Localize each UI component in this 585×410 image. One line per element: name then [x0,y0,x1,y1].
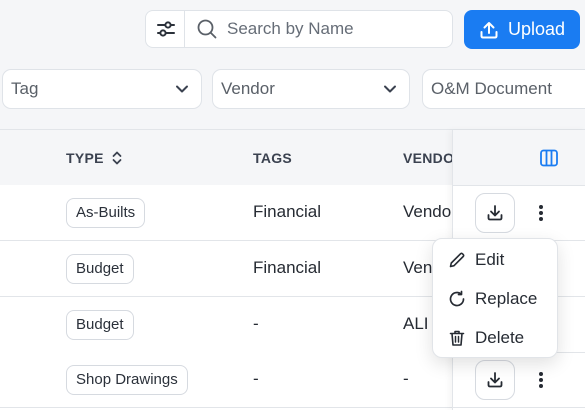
type-badge: Shop Drawings [66,365,188,395]
om-document-select[interactable]: O&M Document [422,69,585,109]
documents-page: Upload Tag Vendor O&M Document TYPE TAGS… [0,0,585,410]
menu-item-edit[interactable]: Edit [433,241,557,279]
tags-cell: Financial [253,202,322,221]
vendor-select-value: Vendor [221,79,275,98]
more-options-button[interactable] [531,199,551,227]
menu-item-delete[interactable]: Delete [433,319,557,357]
download-icon [487,372,503,388]
vendor-select[interactable]: Vendor [212,69,410,109]
more-vertical-icon [539,372,543,388]
tags-cell: - [253,369,259,388]
tags-column-header: TAGS [253,150,293,166]
search-icon [197,19,217,39]
vendor-cell: Vendor [403,202,452,221]
vendor-cell: - [403,369,409,388]
om-document-select-value: O&M Document [431,79,552,98]
type-column-header[interactable]: TYPE [66,150,122,166]
table-row[interactable]: Budget - ALI [0,297,452,353]
refresh-icon [449,290,465,307]
trash-icon [449,330,465,346]
columns-icon[interactable] [539,148,559,168]
type-badge: Budget [66,310,134,340]
more-options-button[interactable] [531,366,551,394]
type-header-label: TYPE [66,150,104,166]
row-actions [453,185,585,241]
table-row[interactable]: ontrol As-Builts Financial Vendor [0,185,452,241]
chevron-down-icon [176,85,188,93]
type-badge: Budget [66,254,134,284]
upload-button[interactable]: Upload [464,10,580,49]
sliders-icon [156,21,175,37]
menu-item-label: Edit [475,250,505,269]
download-button[interactable] [475,360,515,400]
table-row[interactable]: Shop Drawings - - [0,352,452,408]
row-actions [453,352,585,408]
tags-cell: Financial [253,258,322,277]
menu-item-label: Delete [475,328,525,347]
row-actions-menu: Edit Replace Delete [432,238,558,358]
sort-icon [112,151,122,165]
tags-cell: - [253,314,259,333]
actions-column-header [453,130,585,186]
vendor-column-header: VENDOR [403,150,453,166]
filter-toggle-button[interactable] [145,10,185,48]
chevron-down-icon [384,85,396,93]
download-icon [487,205,503,221]
search-field[interactable] [184,10,453,48]
tag-select[interactable]: Tag [2,69,202,109]
upload-icon [480,21,498,38]
table-row[interactable]: al Budget Financial Vendor [0,241,452,297]
search-input[interactable] [225,18,439,40]
download-button[interactable] [475,193,515,233]
menu-item-replace[interactable]: Replace [433,280,557,318]
pencil-icon [449,252,465,268]
menu-item-label: Replace [475,289,538,308]
upload-button-label: Upload [507,19,566,39]
type-badge: As-Builts [66,198,146,228]
more-vertical-icon [539,205,543,221]
tag-select-value: Tag [11,79,39,98]
